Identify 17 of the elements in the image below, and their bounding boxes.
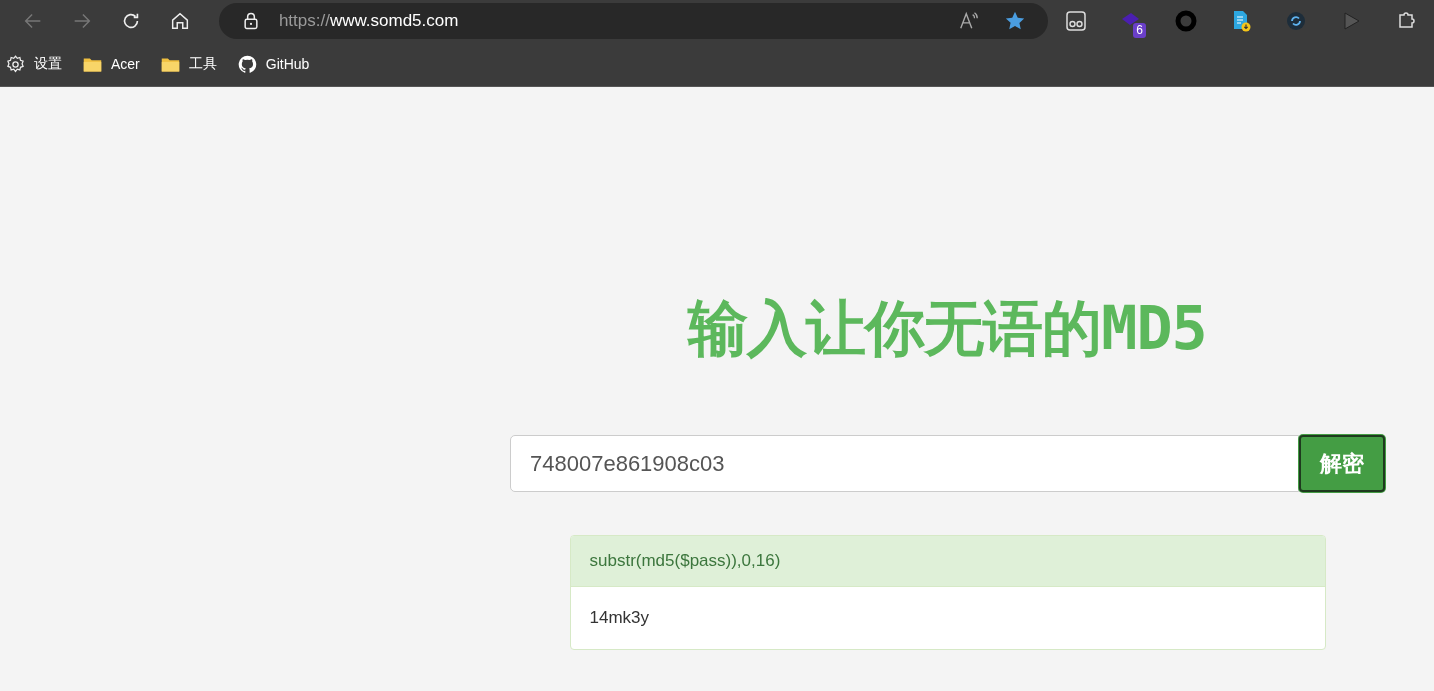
- url-text: https://www.somd5.com: [278, 11, 459, 31]
- bookmark-item[interactable]: 设置: [5, 53, 62, 75]
- result-header: substr(md5($pass)),0,16): [570, 536, 1325, 587]
- glasses-icon: [1063, 9, 1088, 33]
- gear-icon: [5, 53, 26, 75]
- extension-button[interactable]: 6: [1103, 5, 1159, 37]
- bookmark-item[interactable]: Acer: [82, 53, 140, 75]
- favorite-star-icon: [1004, 10, 1027, 32]
- page-heading: 输入让你无语的MD5: [688, 293, 1207, 363]
- bookmark-item[interactable]: GitHub: [236, 53, 310, 75]
- address-bar[interactable]: https://www.somd5.com: [218, 3, 1049, 39]
- extension-badge: 6: [1133, 23, 1146, 38]
- bookmark-item[interactable]: 工具: [159, 53, 217, 75]
- github-icon: [236, 53, 258, 75]
- result-text: 14mk3y: [588, 607, 651, 629]
- hash-input-field[interactable]: 748007e861908c03: [510, 435, 1299, 492]
- ring-icon: [1173, 9, 1198, 33]
